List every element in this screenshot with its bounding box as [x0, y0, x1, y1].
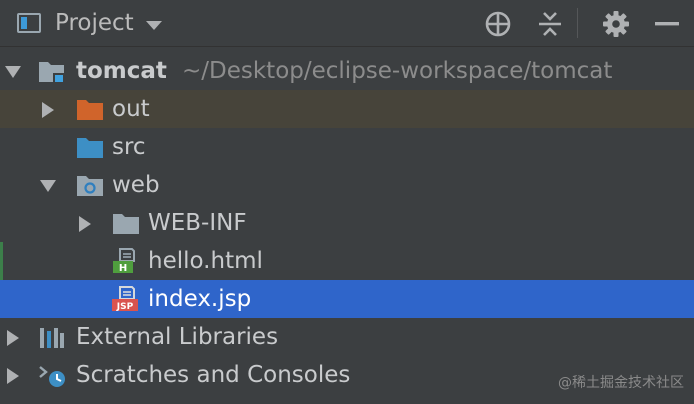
tree-row-out[interactable]: out [0, 90, 694, 128]
module-folder-icon [39, 62, 65, 83]
tree-row-index-jsp[interactable]: JSP index.jsp [0, 280, 694, 318]
chevron-down-icon[interactable] [145, 20, 162, 30]
scratches-icon [39, 366, 65, 387]
tree-row-web-inf[interactable]: WEB-INF [0, 204, 694, 242]
tree-row-tomcat[interactable]: tomcat ~/Desktop/eclipse-workspace/tomca… [0, 52, 694, 90]
tree-label-web-inf: WEB-INF [148, 210, 247, 236]
tree-label-external-libraries: External Libraries [76, 324, 279, 350]
collapsed-arrow-icon[interactable] [5, 330, 21, 346]
collapsed-arrow-icon[interactable] [40, 102, 56, 118]
tree-label-hello-html: hello.html [148, 248, 263, 274]
collapse-all-icon[interactable] [536, 10, 564, 38]
collapsed-arrow-icon[interactable] [5, 368, 21, 384]
html-file-icon: H [113, 248, 135, 274]
tree-label-out: out [112, 96, 150, 122]
folder-icon [113, 214, 139, 234]
jsp-badge: JSP [116, 302, 134, 312]
web-folder-icon [77, 176, 103, 196]
libraries-icon [40, 328, 64, 348]
collapsed-arrow-icon[interactable] [77, 216, 93, 232]
tree-label-web: web [112, 172, 160, 198]
jsp-file-icon: JSP [112, 286, 138, 312]
gear-icon[interactable] [602, 10, 630, 38]
tree-label-scratches: Scratches and Consoles [76, 362, 351, 388]
tree-row-external-libraries[interactable]: External Libraries [0, 318, 694, 356]
project-view-icon[interactable] [17, 13, 41, 33]
tree-path-tomcat: ~/Desktop/eclipse-workspace/tomcat [182, 58, 613, 84]
project-view-title[interactable]: Project [55, 10, 134, 36]
watermark-text: @稀土掘金技术社区 [558, 375, 684, 391]
crosshair-icon[interactable] [484, 10, 512, 38]
project-toolbar: Project [0, 0, 694, 47]
excluded-folder-icon [77, 100, 103, 120]
html-badge: H [119, 263, 127, 274]
tree-row-hello-html[interactable]: H hello.html [0, 242, 694, 280]
expanded-arrow-icon[interactable] [5, 64, 21, 80]
expanded-arrow-icon[interactable] [40, 178, 56, 194]
gutter-marker [0, 242, 3, 280]
minimize-icon[interactable] [653, 10, 681, 38]
tree-label-tomcat: tomcat [76, 58, 167, 84]
tree-row-web[interactable]: web [0, 166, 694, 204]
tree-label-index-jsp: index.jsp [148, 286, 252, 312]
tree-label-src: src [112, 134, 146, 160]
toolbar-separator [577, 8, 578, 38]
source-folder-icon [77, 138, 103, 158]
tree-row-src[interactable]: src [0, 128, 694, 166]
